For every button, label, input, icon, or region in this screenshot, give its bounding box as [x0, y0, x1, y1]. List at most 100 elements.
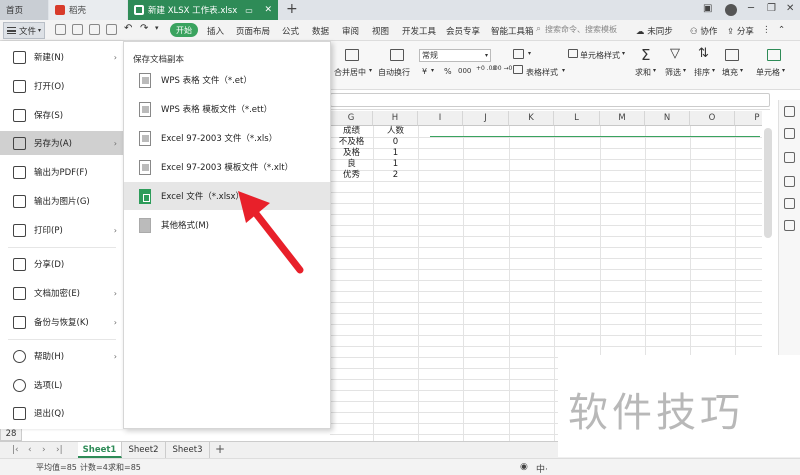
cell-h5[interactable]: 2	[373, 170, 418, 181]
last-sheet-icon[interactable]: ›|	[56, 445, 63, 455]
sheet-tab-1[interactable]: Sheet1	[78, 442, 122, 458]
close-window-icon[interactable]: ✕	[786, 3, 794, 14]
cell-g2[interactable]: 不及格	[330, 137, 373, 148]
file-menu-button[interactable]: 文件 ▾	[3, 22, 45, 39]
table-style-dropdown-icon[interactable]: ▾	[562, 67, 565, 74]
percent-button[interactable]: %	[444, 67, 452, 76]
cell-style-dropdown-icon[interactable]: ▾	[622, 50, 625, 57]
file-menu-export-pdf[interactable]: 输出为PDF(F)	[0, 160, 123, 184]
number-format-select[interactable]: 常规 ▾	[419, 49, 491, 62]
cell-style-button[interactable]: 单元格样式	[580, 50, 620, 61]
first-sheet-icon[interactable]: |‹	[12, 445, 19, 455]
cell-h4[interactable]: 1	[373, 159, 418, 170]
sum-dropdown-icon[interactable]: ▾	[653, 67, 656, 74]
monitor-icon[interactable]: ▭	[245, 6, 253, 15]
print-quick-icon[interactable]	[89, 24, 100, 35]
tab-insert[interactable]: 插入	[207, 25, 224, 37]
cell-button[interactable]: 单元格	[756, 67, 780, 78]
quick-access-more-icon[interactable]: ▾	[155, 24, 159, 32]
merge-center-button[interactable]: 合并居中	[334, 67, 366, 78]
file-menu-print[interactable]: 打印(P) ›	[0, 218, 123, 242]
column-header-p[interactable]: P	[735, 111, 762, 126]
tab-start[interactable]: 开始	[170, 23, 198, 37]
export-quick-icon[interactable]	[72, 24, 83, 35]
input-method-icon[interactable]: 中·	[536, 462, 548, 475]
column-header-l[interactable]: L	[554, 111, 600, 126]
conditional-format-dropdown-icon[interactable]: ▾	[528, 50, 531, 57]
thousands-button[interactable]: 000	[458, 67, 471, 75]
column-header-h[interactable]: H	[373, 111, 418, 126]
filter-button[interactable]: 筛选	[665, 67, 681, 78]
file-menu-save-as[interactable]: 另存为(A) ›	[0, 131, 123, 155]
filter-dropdown-icon[interactable]: ▾	[683, 67, 686, 74]
more-menu-icon[interactable]: ⋮	[762, 25, 771, 35]
file-menu-exit[interactable]: 退出(Q)	[0, 401, 123, 425]
save-as-et[interactable]: WPS 表格 文件（*.et）	[124, 66, 330, 94]
undo-icon[interactable]: ↶	[124, 23, 132, 34]
close-tab-icon[interactable]: ✕	[264, 5, 272, 15]
merge-dropdown-icon[interactable]: ▾	[369, 67, 372, 74]
settings-icon[interactable]	[784, 220, 795, 231]
row-header-28[interactable]: 28	[0, 428, 22, 441]
tab-view[interactable]: 视图	[372, 25, 389, 37]
formula-input[interactable]	[330, 93, 770, 107]
vertical-scrollbar[interactable]	[764, 128, 772, 238]
file-menu-share[interactable]: 分享(D)	[0, 252, 123, 276]
file-menu-options[interactable]: 选项(L)	[0, 373, 123, 397]
file-menu-export-image[interactable]: 输出为图片(G)	[0, 189, 123, 213]
currency-button[interactable]: ¥	[422, 67, 427, 76]
sheet-tab-2[interactable]: Sheet2	[122, 442, 166, 458]
fill-dropdown-icon[interactable]: ▾	[740, 67, 743, 74]
tab-review[interactable]: 审阅	[342, 25, 359, 37]
cell-g4[interactable]: 良	[330, 159, 373, 170]
file-menu-new[interactable]: 新建(N) ›	[0, 45, 123, 69]
tab-member[interactable]: 会员专享	[446, 25, 480, 37]
cell-h2[interactable]: 0	[373, 137, 418, 148]
column-header-n[interactable]: N	[645, 111, 690, 126]
file-menu-save[interactable]: 保存(S)	[0, 103, 123, 127]
backup-cloud-icon[interactable]	[784, 198, 795, 209]
crop-icon[interactable]	[784, 176, 795, 187]
share-button[interactable]: ⇪ 分享	[727, 25, 754, 37]
add-sheet-icon[interactable]: +	[215, 442, 225, 456]
save-as-ett[interactable]: WPS 表格 模板文件（*.ett）	[124, 95, 330, 123]
eye-protect-icon[interactable]: ◉	[520, 462, 528, 472]
avatar[interactable]	[725, 4, 737, 16]
tab-developer[interactable]: 开发工具	[402, 25, 436, 37]
cell-g1[interactable]: 成绩	[330, 126, 373, 137]
unsync-button[interactable]: ☁ 未同步	[636, 25, 673, 37]
next-sheet-icon[interactable]: ›	[42, 445, 46, 455]
column-header-m[interactable]: M	[600, 111, 645, 126]
currency-dropdown-icon[interactable]: ▾	[431, 67, 434, 74]
command-search-input[interactable]: 搜索命令、搜索模板	[545, 24, 617, 35]
fill-button[interactable]: 填充	[722, 67, 738, 78]
pin-icon[interactable]	[784, 106, 795, 117]
minimize-icon[interactable]: ─	[748, 3, 754, 14]
tab-page-layout[interactable]: 页面布局	[236, 25, 270, 37]
column-header-k[interactable]: K	[509, 111, 554, 126]
column-header-g[interactable]: G	[330, 111, 373, 126]
window-layout-icon[interactable]: ▣	[703, 3, 712, 14]
tab-home[interactable]: 首页	[0, 0, 48, 20]
tab-docer[interactable]: 稻壳	[49, 0, 127, 20]
save-as-xls[interactable]: Excel 97-2003 文件（*.xls）	[124, 124, 330, 152]
tab-active-document[interactable]: 新建 XLSX 工作表.xlsx ▭ ✕	[128, 0, 278, 20]
file-menu-encrypt[interactable]: 文档加密(E) ›	[0, 281, 123, 305]
save-as-xlt[interactable]: Excel 97-2003 模板文件（*.xlt）	[124, 153, 330, 181]
cell-g5[interactable]: 优秀	[330, 170, 373, 181]
new-tab-button[interactable]: +	[286, 1, 298, 17]
redo-icon[interactable]: ↷	[140, 23, 148, 34]
column-header-o[interactable]: O	[690, 111, 735, 126]
sheet-tab-3[interactable]: Sheet3	[166, 442, 210, 458]
cursor-icon[interactable]	[784, 128, 795, 139]
table-style-button[interactable]: 表格样式	[526, 67, 558, 78]
tab-smart-toolbox[interactable]: 智能工具箱	[491, 25, 534, 37]
restore-icon[interactable]: ❐	[767, 3, 776, 14]
sliders-icon[interactable]	[784, 152, 795, 163]
sort-dropdown-icon[interactable]: ▾	[712, 67, 715, 74]
tab-data[interactable]: 数据	[312, 25, 329, 37]
collab-button[interactable]: ⚇ 协作	[690, 25, 717, 37]
cell-g3[interactable]: 及格	[330, 148, 373, 159]
sum-button[interactable]: 求和	[635, 67, 651, 78]
cell-dropdown-icon[interactable]: ▾	[782, 67, 785, 74]
